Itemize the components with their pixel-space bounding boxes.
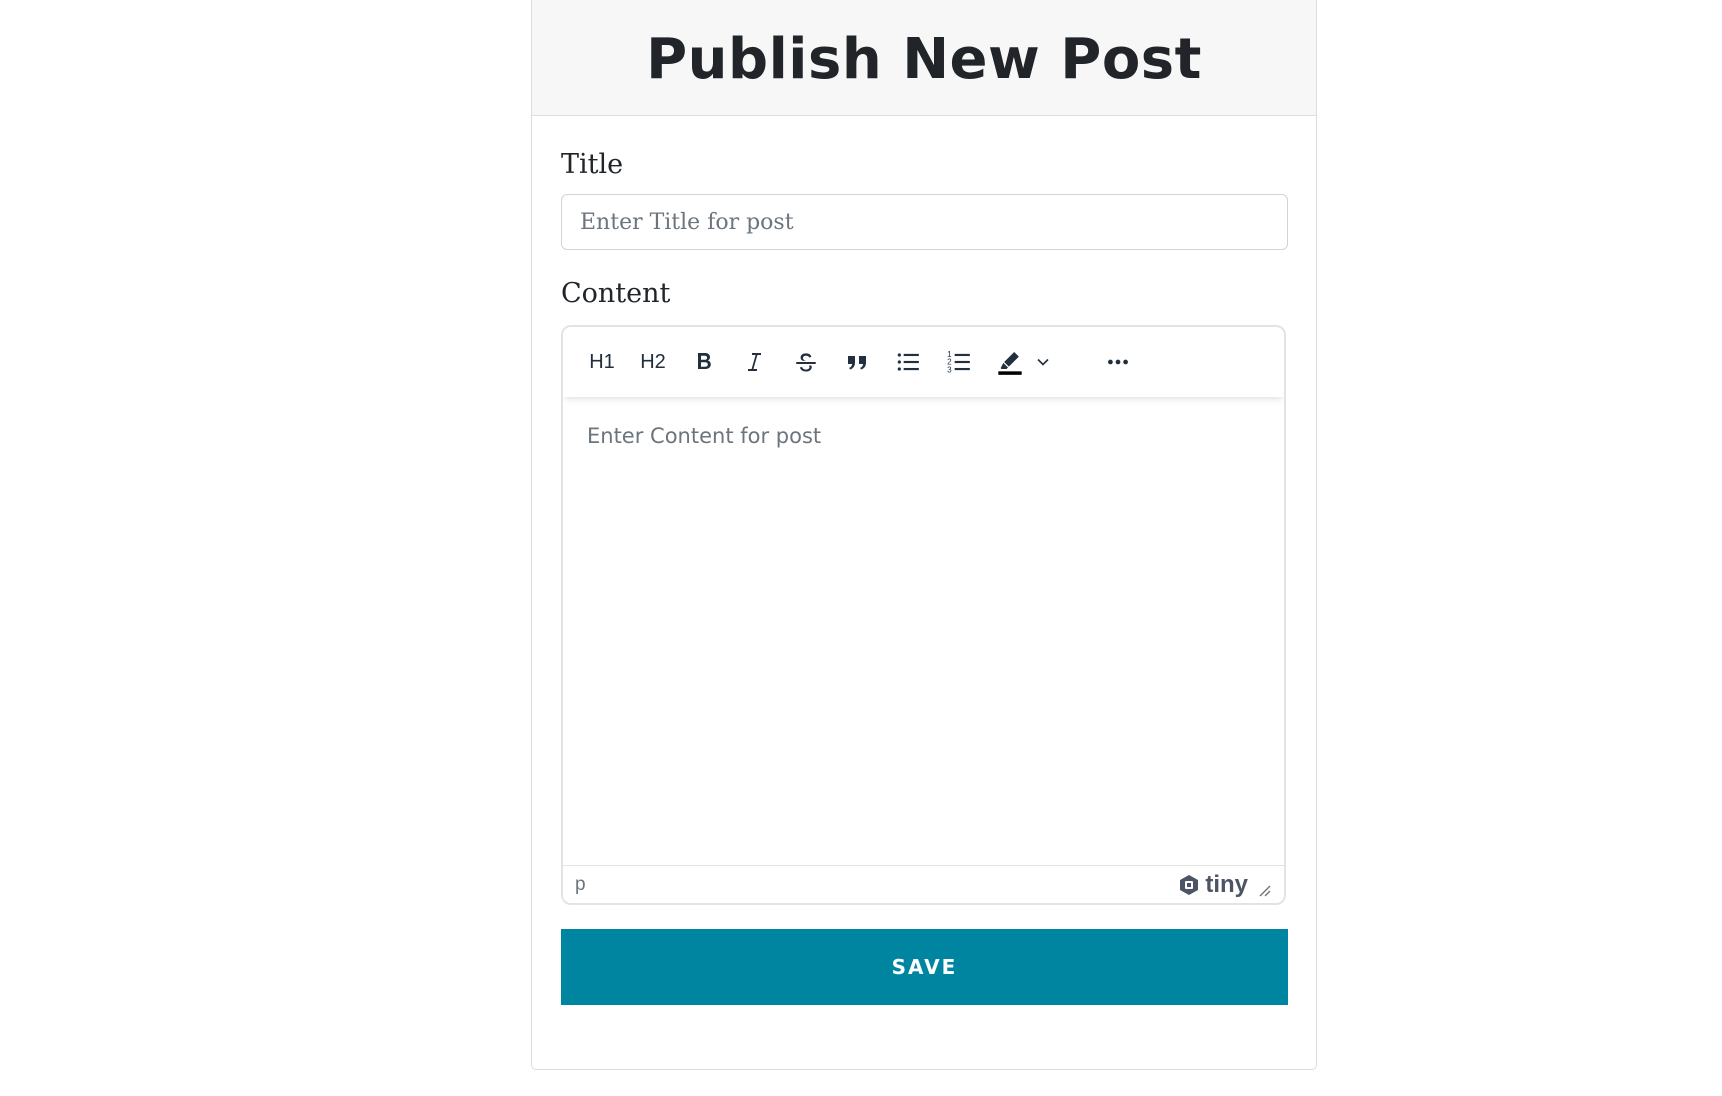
publish-post-card: Publish New Post Title Content H1 H2 [531, 0, 1317, 1070]
save-button[interactable]: SAVE [561, 929, 1288, 1005]
numbered-list-button[interactable]: 1 2 3 [938, 342, 980, 382]
bold-button[interactable] [683, 342, 725, 382]
tiny-logo-icon [1180, 874, 1199, 895]
content-editable-area[interactable]: Enter Content for post [563, 397, 1284, 865]
svg-text:3: 3 [947, 365, 952, 374]
heading-2-button[interactable]: H2 [632, 342, 674, 382]
bullet-list-icon [897, 353, 919, 371]
tiny-brand-text: tiny [1205, 870, 1248, 898]
title-label: Title [561, 149, 624, 180]
title-input[interactable] [561, 194, 1288, 250]
highlight-color-dropdown[interactable] [1031, 342, 1055, 382]
bold-icon [698, 353, 711, 369]
strikethrough-icon [796, 353, 816, 372]
bullet-list-button[interactable] [887, 342, 929, 382]
rich-text-editor: H1 H2 1 2 3 Enter Content for post p tin… [561, 325, 1286, 905]
strikethrough-button[interactable] [785, 342, 827, 382]
chevron-down-icon [1037, 358, 1049, 366]
editor-statusbar: p tiny [563, 865, 1284, 903]
tiny-branding[interactable]: tiny [1177, 871, 1248, 899]
resize-handle[interactable] [1256, 882, 1272, 898]
card-header: Publish New Post [532, 0, 1316, 116]
italic-button[interactable] [734, 342, 776, 382]
more-button[interactable] [1097, 342, 1139, 382]
more-horizontal-icon [1108, 359, 1128, 365]
highlight-color-split-button [989, 342, 1055, 382]
post-form: Title Content H1 H2 [532, 149, 1316, 1005]
blockquote-button[interactable] [836, 342, 878, 382]
italic-icon [748, 353, 761, 371]
heading-1-button[interactable]: H1 [581, 342, 623, 382]
element-path[interactable]: p [575, 874, 586, 896]
highlighter-icon [998, 351, 1022, 375]
numbered-list-icon: 1 2 3 [947, 350, 970, 374]
quote-icon [848, 356, 866, 370]
editor-toolbar: H1 H2 1 2 3 [563, 327, 1284, 397]
highlight-color-button[interactable] [989, 342, 1031, 382]
content-label: Content [561, 278, 671, 309]
content-placeholder: Enter Content for post [587, 424, 822, 448]
page-title: Publish New Post [646, 26, 1202, 92]
resize-grip-icon [1259, 885, 1271, 896]
